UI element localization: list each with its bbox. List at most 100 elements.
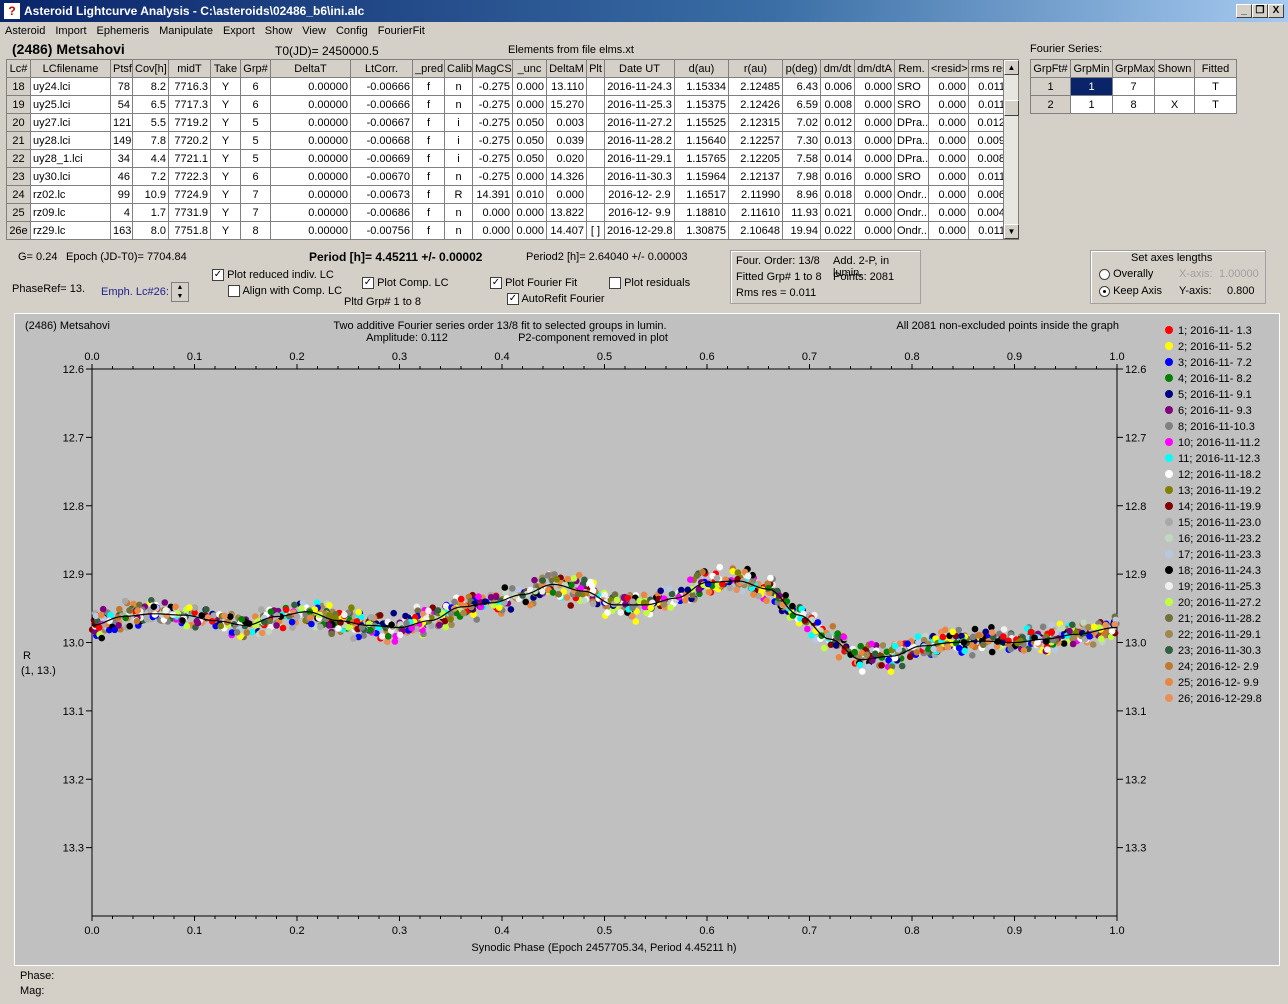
fs-cell[interactable]: 1 bbox=[1070, 77, 1113, 96]
lc-col-header[interactable]: d(au) bbox=[674, 59, 729, 78]
lc-col-header[interactable]: rms res bbox=[968, 59, 1008, 78]
cb-reduced-box[interactable]: ✓ bbox=[212, 269, 224, 282]
lc-cell[interactable]: 0.020 bbox=[546, 149, 587, 168]
lc-cell[interactable]: -0.00667 bbox=[350, 113, 413, 132]
lc-cell[interactable] bbox=[586, 167, 605, 186]
lc-cell[interactable]: f bbox=[412, 113, 445, 132]
scroll-thumb[interactable] bbox=[1004, 100, 1019, 116]
lc-cell[interactable]: 7 bbox=[240, 185, 271, 204]
lc-cell[interactable]: 25 bbox=[6, 203, 31, 222]
lc-cell[interactable]: 0.006 bbox=[968, 185, 1008, 204]
lc-cell[interactable]: 163 bbox=[110, 221, 133, 240]
lc-cell[interactable]: 14.326 bbox=[546, 167, 587, 186]
lc-cell[interactable]: 2016-11-29.1 bbox=[604, 149, 675, 168]
lc-cell[interactable]: f bbox=[412, 95, 445, 114]
lc-cell[interactable]: -0.275 bbox=[472, 167, 513, 186]
lc-cell[interactable]: 6.5 bbox=[132, 95, 169, 114]
lc-cell[interactable] bbox=[586, 149, 605, 168]
lc-cell[interactable]: 7 bbox=[240, 203, 271, 222]
lc-cell[interactable]: 7722.3 bbox=[168, 167, 211, 186]
lc-cell[interactable]: 7.02 bbox=[782, 113, 821, 132]
lc-cell[interactable]: 0.000 bbox=[854, 77, 895, 96]
fs-table-row[interactable]: 117T bbox=[1030, 77, 1237, 96]
lc-cell[interactable]: n bbox=[444, 221, 473, 240]
lc-table-row[interactable]: 18 uy24.lci 78 8.2 7716.3 Y 6 0.00000 -0.00666 f n… bbox=[6, 77, 1008, 96]
lc-cell[interactable]: i bbox=[444, 113, 473, 132]
lc-cell[interactable]: -0.275 bbox=[472, 113, 513, 132]
lc-cell[interactable]: 8.0 bbox=[132, 221, 169, 240]
lc-cell[interactable]: 6 bbox=[240, 77, 271, 96]
menu-show[interactable]: Show bbox=[260, 23, 298, 39]
lc-cell[interactable]: 149 bbox=[110, 131, 133, 150]
lc-cell[interactable]: 1.15334 bbox=[674, 77, 729, 96]
lc-cell[interactable]: i bbox=[444, 149, 473, 168]
lc-cell[interactable]: 0.000 bbox=[928, 203, 969, 222]
lc-cell[interactable]: Ondr... bbox=[894, 203, 929, 222]
lc-cell[interactable]: 78 bbox=[110, 77, 133, 96]
lc-cell[interactable]: 1.16517 bbox=[674, 185, 729, 204]
lc-cell[interactable]: rz09.lc bbox=[30, 203, 111, 222]
lightcurve-plot-area[interactable]: (2486) Metsahovi Two additive Fourier ser… bbox=[14, 313, 1280, 966]
lc-cell[interactable]: 0.000 bbox=[928, 95, 969, 114]
restore-button[interactable]: ❐ bbox=[1252, 4, 1268, 18]
lc-cell[interactable]: 0.008 bbox=[820, 95, 855, 114]
lc-cell[interactable]: 2.12315 bbox=[728, 113, 783, 132]
lc-cell[interactable]: 0.000 bbox=[512, 95, 547, 114]
lc-cell[interactable]: 0.00000 bbox=[270, 113, 351, 132]
lc-cell[interactable]: 0.000 bbox=[854, 113, 895, 132]
fs-cell[interactable]: 1 bbox=[1070, 95, 1113, 114]
lc-cell[interactable] bbox=[586, 203, 605, 222]
fs-cell[interactable]: T bbox=[1194, 77, 1237, 96]
lc-cell[interactable]: 0.000 bbox=[928, 113, 969, 132]
lc-col-header[interactable]: DeltaM bbox=[546, 59, 587, 78]
lc-cell[interactable]: 0.011 bbox=[968, 95, 1008, 114]
lc-cell[interactable]: rz29.lc bbox=[30, 221, 111, 240]
lc-cell[interactable]: Y bbox=[210, 221, 241, 240]
lc-cell[interactable]: 14.407 bbox=[546, 221, 587, 240]
lc-cell[interactable]: 5 bbox=[240, 149, 271, 168]
lc-cell[interactable]: -0.00666 bbox=[350, 77, 413, 96]
lc-cell[interactable]: uy27.lci bbox=[30, 113, 111, 132]
lc-cell[interactable]: 0.000 bbox=[512, 203, 547, 222]
lc-table-row[interactable]: 23 uy30.lci 46 7.2 7722.3 Y 6 0.00000 -0.00670 f n… bbox=[6, 167, 1008, 186]
fs-cell[interactable] bbox=[1154, 77, 1195, 96]
lc-cell[interactable]: f bbox=[412, 77, 445, 96]
lc-cell[interactable] bbox=[586, 113, 605, 132]
lc-col-header[interactable]: MagCS bbox=[472, 59, 513, 78]
radio-overally-icon[interactable] bbox=[1099, 268, 1110, 280]
lc-cell[interactable]: n bbox=[444, 167, 473, 186]
lc-cell[interactable]: 20 bbox=[6, 113, 31, 132]
lc-cell[interactable]: 2016-12-29.8 bbox=[604, 221, 675, 240]
lc-cell[interactable] bbox=[586, 95, 605, 114]
lc-cell[interactable]: -0.00673 bbox=[350, 185, 413, 204]
lc-cell[interactable]: 2.12485 bbox=[728, 77, 783, 96]
menu-manipulate[interactable]: Manipulate bbox=[154, 23, 218, 39]
lc-cell[interactable]: uy28.lci bbox=[30, 131, 111, 150]
lc-cell[interactable]: [ ] bbox=[586, 221, 605, 240]
lc-cell[interactable] bbox=[586, 185, 605, 204]
cb-fourier-box[interactable]: ✓ bbox=[490, 277, 502, 290]
lc-col-header[interactable]: LtCorr. bbox=[350, 59, 413, 78]
lc-cell[interactable]: 7720.2 bbox=[168, 131, 211, 150]
lc-cell[interactable]: 0.000 bbox=[546, 185, 587, 204]
lc-cell[interactable]: 1.18810 bbox=[674, 203, 729, 222]
lc-cell[interactable]: 0.000 bbox=[928, 149, 969, 168]
lc-cell[interactable]: 7751.8 bbox=[168, 221, 211, 240]
lc-col-header[interactable]: Rem. bbox=[894, 59, 929, 78]
lc-cell[interactable]: 0.000 bbox=[472, 221, 513, 240]
scroll-down-icon[interactable]: ▼ bbox=[1004, 224, 1019, 239]
cb-fourier[interactable]: ✓ Plot Fourier Fit bbox=[490, 277, 577, 290]
lc-cell[interactable]: uy30.lci bbox=[30, 167, 111, 186]
cb-comp[interactable]: ✓ Plot Comp. LC bbox=[362, 277, 449, 290]
lc-cell[interactable]: -0.275 bbox=[472, 131, 513, 150]
lc-cell[interactable]: 2016-11-25.3 bbox=[604, 95, 675, 114]
lc-cell[interactable]: 6.43 bbox=[782, 77, 821, 96]
lc-cell[interactable]: 1.15375 bbox=[674, 95, 729, 114]
lc-cell[interactable]: SRO bbox=[894, 77, 929, 96]
lc-table-row[interactable]: 25 rz09.lc 4 1.7 7731.9 Y 7 0.00000 -0.00686 f n 0.… bbox=[6, 203, 1008, 222]
lc-cell[interactable]: 6 bbox=[240, 95, 271, 114]
lc-cell[interactable]: 0.000 bbox=[512, 167, 547, 186]
lc-cell[interactable]: 0.050 bbox=[512, 131, 547, 150]
lc-cell[interactable]: 0.012 bbox=[968, 113, 1008, 132]
lc-cell[interactable]: 0.003 bbox=[546, 113, 587, 132]
